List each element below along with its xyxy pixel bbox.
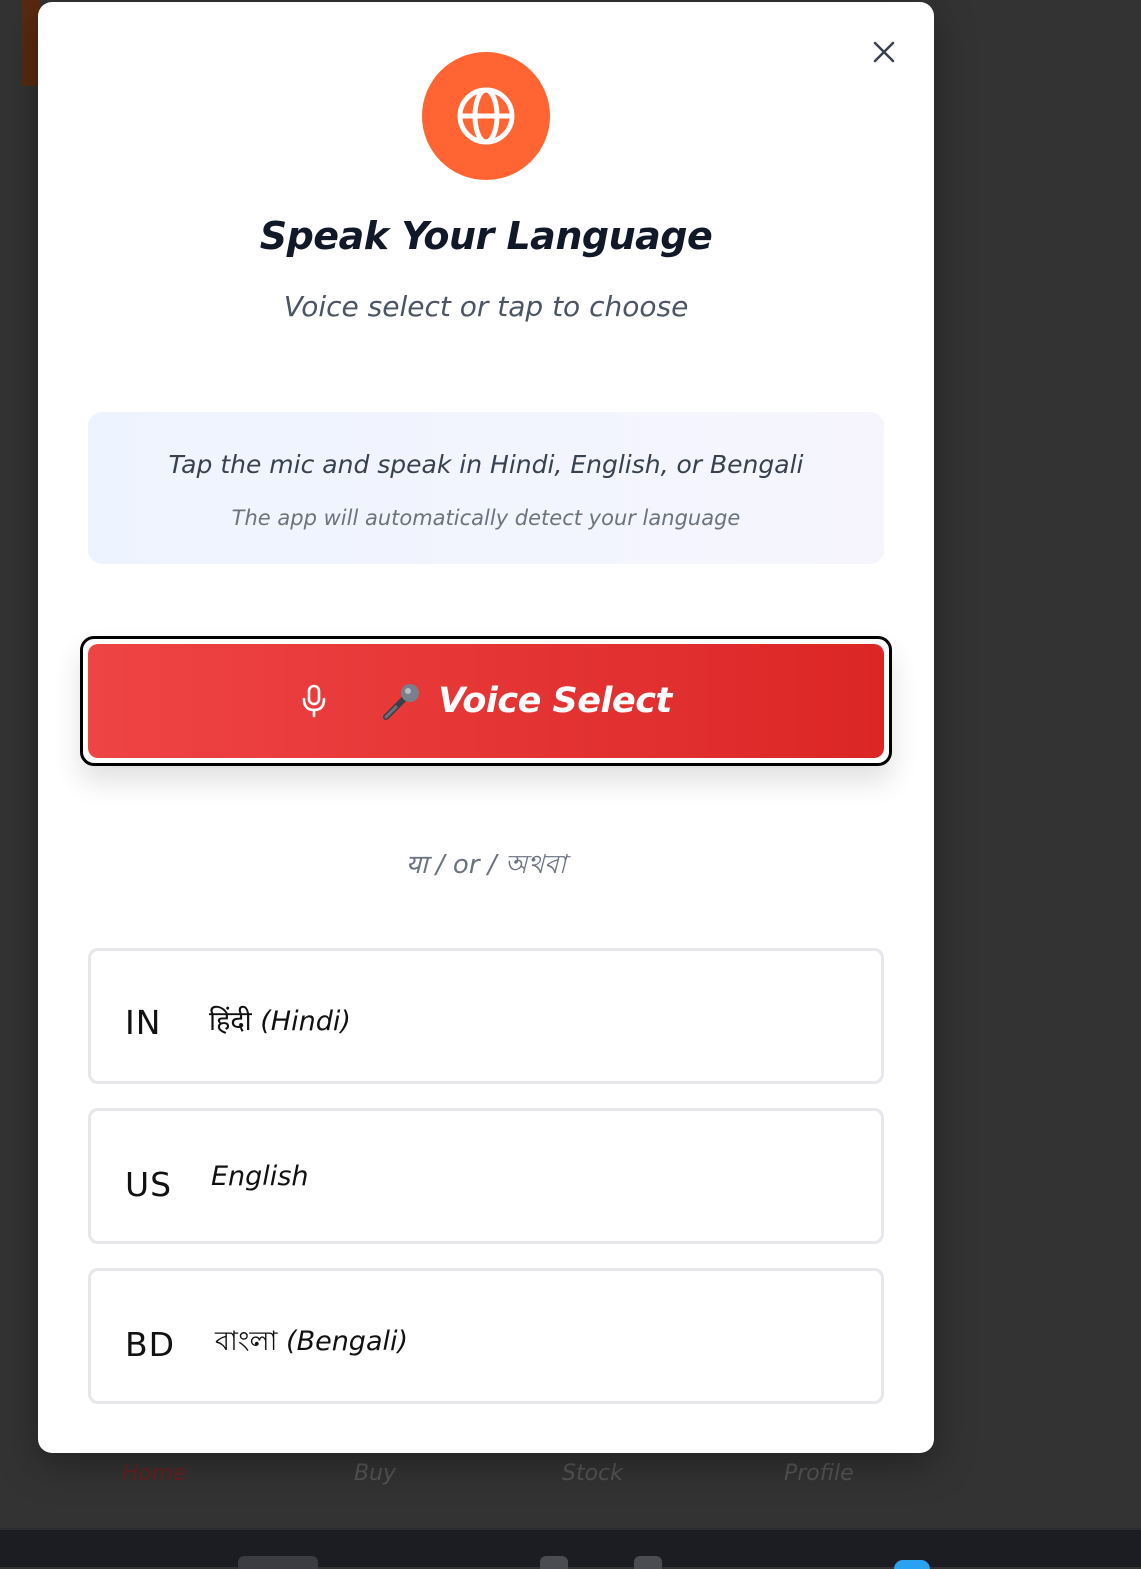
language-option-english[interactable]: US English <box>88 1108 884 1244</box>
karaoke-microphone-icon <box>380 679 424 723</box>
globe-icon <box>457 87 515 145</box>
language-modal: Speak Your Language Voice select or tap … <box>38 2 934 1453</box>
taskbar-app[interactable] <box>894 1560 930 1569</box>
info-sub-text: The app will automatically detect your l… <box>231 506 741 530</box>
taskbar-app[interactable] <box>238 1556 318 1569</box>
modal-subtitle: Voice select or tap to choose <box>283 290 689 323</box>
nav-profile[interactable]: Profile <box>784 1461 854 1486</box>
language-native-name: বাংলা <box>215 1326 278 1357</box>
language-name: हिंदी (Hindi) <box>209 1001 351 1038</box>
language-name: বাংলা (Bengali) <box>215 1321 408 1366</box>
language-option-hindi[interactable]: IN हिंदी (Hindi) <box>88 948 884 1084</box>
language-english-name: (Hindi) <box>260 1006 351 1037</box>
language-english-name: (Bengali) <box>286 1326 409 1357</box>
country-code: IN <box>125 1003 162 1042</box>
globe-badge <box>422 52 550 180</box>
voice-select-button[interactable]: Voice Select <box>88 644 884 758</box>
country-code: US <box>125 1165 173 1204</box>
language-native-name: हिंदी <box>209 1006 252 1037</box>
taskbar-app[interactable] <box>634 1556 662 1569</box>
language-option-bengali[interactable]: BD বাংলা (Bengali) <box>88 1268 884 1404</box>
info-box: Tap the mic and speak in Hindi, English,… <box>88 412 884 564</box>
close-button[interactable] <box>868 36 900 68</box>
nav-home[interactable]: Home <box>122 1461 187 1486</box>
info-main-text: Tap the mic and speak in Hindi, English,… <box>168 450 804 479</box>
modal-title: Speak Your Language <box>259 214 713 258</box>
close-icon <box>873 41 895 63</box>
nav-stock[interactable]: Stock <box>562 1461 623 1486</box>
language-name: English <box>211 1161 309 1192</box>
country-code: BD <box>125 1325 176 1364</box>
language-english-name: English <box>211 1161 309 1192</box>
voice-select-label: Voice Select <box>438 681 672 721</box>
taskbar-app[interactable] <box>540 1556 568 1569</box>
os-taskbar <box>0 1528 1141 1569</box>
bottom-nav: Home Buy Stock Profile <box>40 1455 930 1495</box>
nav-buy[interactable]: Buy <box>354 1461 396 1486</box>
microphone-icon <box>300 684 328 718</box>
voice-select-focus-ring: Voice Select <box>80 636 892 766</box>
or-divider: या / or / অথবা <box>405 850 567 880</box>
